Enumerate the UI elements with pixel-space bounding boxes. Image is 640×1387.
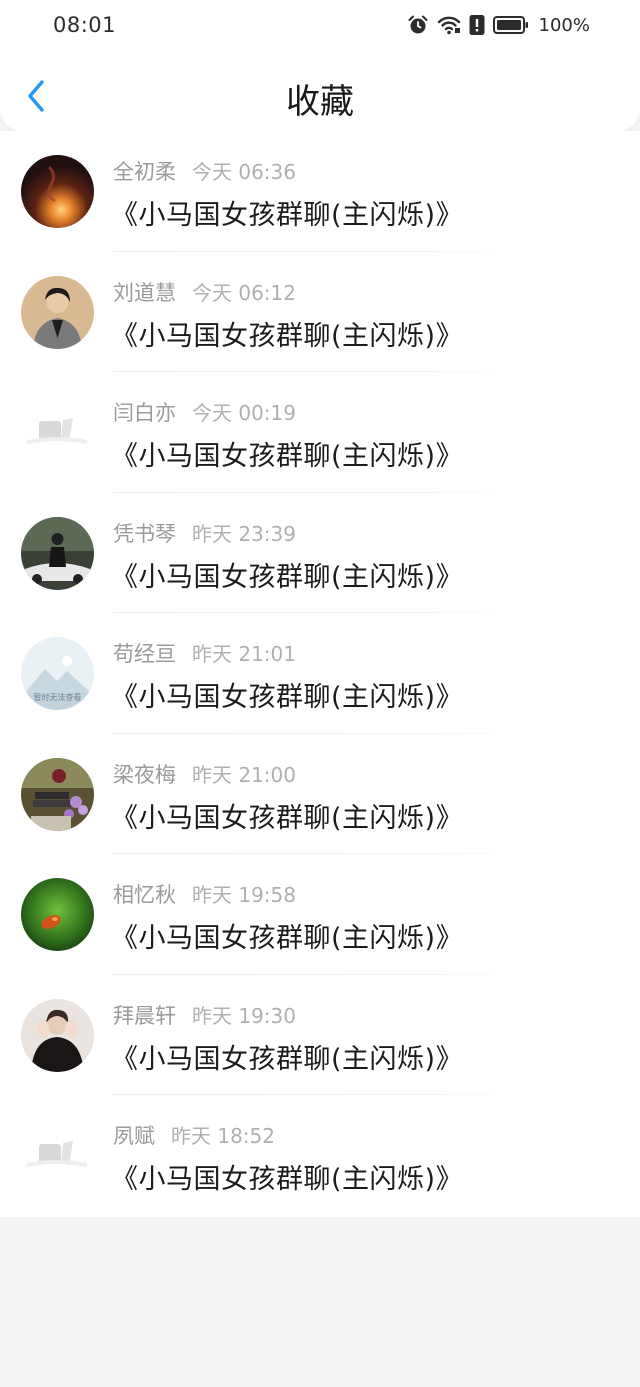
avatar[interactable] — [21, 396, 94, 469]
item-content: 《小马国女孩群聊(主闪烁)》 — [111, 1043, 464, 1075]
timestamp: 昨天 19:58 — [192, 883, 296, 907]
timestamp: 今天 06:12 — [192, 280, 296, 305]
status-time: 08:01 — [53, 13, 117, 37]
timestamp: 昨天 21:00 — [192, 762, 296, 787]
sender-name: 全初柔 — [113, 160, 176, 184]
timestamp: 昨天 23:39 — [192, 521, 296, 546]
item-meta: 闫白亦 今天 00:19 — [113, 397, 296, 427]
sender-name: 拜晨轩 — [113, 1003, 176, 1028]
timestamp: 昨天 21:01 — [192, 642, 296, 666]
list-item[interactable]: 闫白亦 今天 00:19 《小马国女孩群聊(主闪烁)》 — [0, 372, 640, 493]
item-meta: 夙赋 昨天 18:52 — [113, 1120, 275, 1150]
item-content: 《小马国女孩群聊(主闪烁)》 — [111, 320, 464, 352]
item-content: 《小马国女孩群聊(主闪烁)》 — [111, 682, 464, 713]
item-meta: 刘道慧 今天 06:12 — [113, 277, 296, 307]
avatar[interactable] — [21, 998, 94, 1072]
timestamp: 今天 06:36 — [192, 160, 296, 184]
avatar[interactable] — [21, 878, 94, 951]
favorites-list: 全初柔 今天 06:36 《小马国女孩群聊(主闪烁)》 刘道慧 今天 06:12 《… — [0, 131, 640, 1217]
sender-name: 夙赋 — [113, 1124, 155, 1148]
avatar[interactable] — [21, 516, 94, 590]
sender-name: 凭书琴 — [113, 521, 176, 546]
list-item[interactable]: 夙赋 昨天 18:52 《小马国女孩群聊(主闪烁)》 — [0, 1095, 640, 1216]
list-item[interactable]: 全初柔 今天 06:36 《小马国女孩群聊(主闪烁)》 — [0, 131, 640, 252]
list-item[interactable]: 凭书琴 昨天 23:39 《小马国女孩群聊(主闪烁)》 — [0, 493, 640, 613]
sender-name: 梁夜梅 — [113, 762, 176, 787]
avatar[interactable] — [21, 275, 94, 349]
list-item[interactable]: 梁夜梅 昨天 21:00 《小马国女孩群聊(主闪烁)》 — [0, 734, 640, 854]
list-item[interactable]: 拜晨轩 昨天 19:30 《小马国女孩群聊(主闪烁)》 — [0, 975, 640, 1095]
item-meta: 全初柔 今天 06:36 — [113, 156, 296, 186]
sender-name: 相忆秋 — [113, 883, 176, 907]
item-content: 《小马国女孩群聊(主闪烁)》 — [111, 441, 464, 472]
sender-name: 苟经亘 — [113, 642, 176, 666]
timestamp: 今天 00:19 — [192, 401, 296, 425]
status-bar: 08:01 100% — [0, 0, 640, 50]
item-content: 《小马国女孩群聊(主闪烁)》 — [111, 561, 464, 593]
item-content: 《小马国女孩群聊(主闪烁)》 — [111, 1164, 464, 1195]
list-item[interactable]: 相忆秋 昨天 19:58 《小马国女孩群聊(主闪烁)》 — [0, 854, 640, 975]
battery-icon — [492, 16, 528, 34]
item-content: 《小马国女孩群聊(主闪烁)》 — [111, 923, 464, 954]
wifi-icon — [437, 16, 460, 35]
timestamp: 昨天 18:52 — [171, 1124, 275, 1148]
image-unavailable-caption: 暂时无法查看 — [33, 693, 82, 702]
item-content: 《小马国女孩群聊(主闪烁)》 — [111, 200, 464, 231]
battery-percent: 100% — [538, 14, 590, 36]
avatar[interactable] — [21, 1119, 94, 1192]
item-meta: 梁夜梅 昨天 21:00 — [113, 759, 296, 789]
sender-name: 刘道慧 — [113, 280, 176, 305]
avatar[interactable] — [21, 757, 94, 831]
alert-icon — [469, 15, 485, 35]
timestamp: 昨天 19:30 — [192, 1003, 296, 1028]
page-title: 收藏 — [286, 82, 354, 122]
header: 08:01 100% 收藏 — [0, 0, 640, 131]
avatar[interactable] — [21, 155, 94, 228]
sender-name: 闫白亦 — [113, 401, 176, 425]
status-icons: 100% — [407, 12, 590, 38]
list-item[interactable]: 暂时无法查看 苟经亘 昨天 21:01 《小马国女孩群聊(主闪烁)》 — [0, 613, 640, 734]
avatar[interactable]: 暂时无法查看 — [21, 637, 94, 710]
item-meta: 凭书琴 昨天 23:39 — [113, 518, 296, 548]
item-meta: 拜晨轩 昨天 19:30 — [113, 1000, 296, 1030]
alarm-icon — [408, 15, 428, 34]
nav-bar: 收藏 — [0, 60, 640, 130]
item-meta: 相忆秋 昨天 19:58 — [113, 879, 296, 909]
item-meta: 苟经亘 昨天 21:01 — [113, 638, 296, 668]
list-item[interactable]: 刘道慧 今天 06:12 《小马国女孩群聊(主闪烁)》 — [0, 252, 640, 372]
item-content: 《小马国女孩群聊(主闪烁)》 — [111, 802, 464, 834]
